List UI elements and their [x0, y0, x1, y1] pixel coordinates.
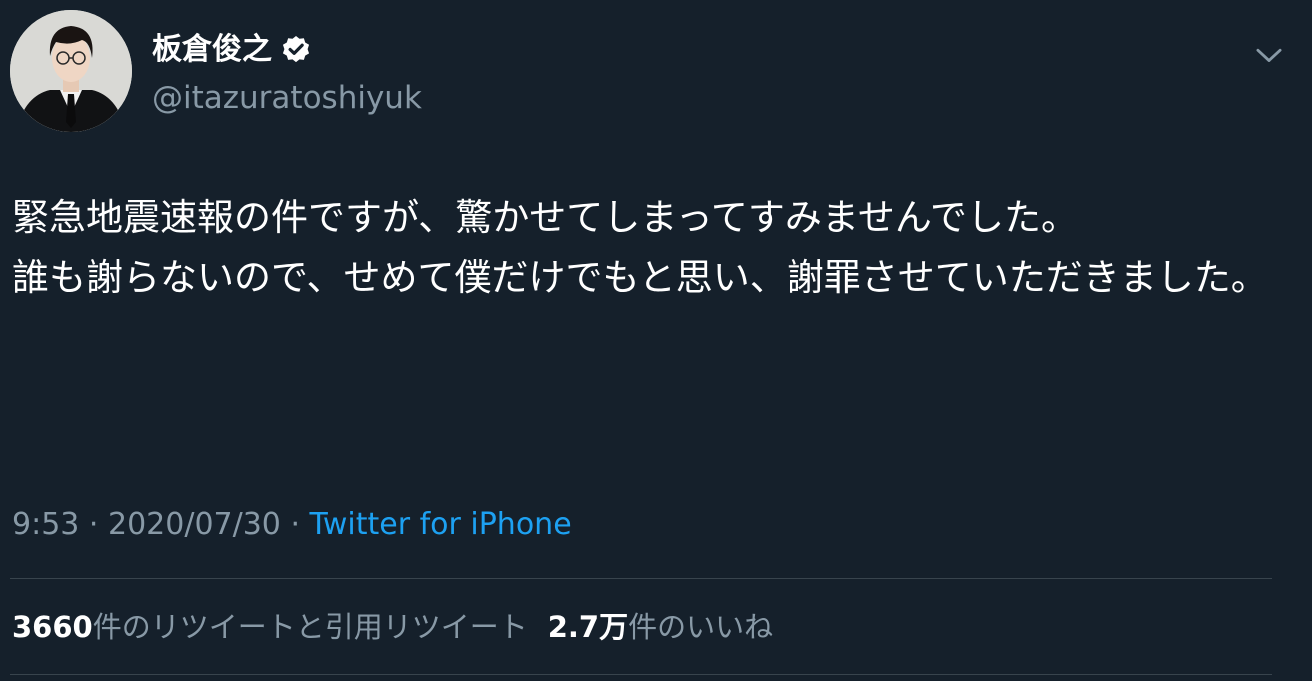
meta-separator: · [280, 507, 310, 542]
retweet-label: 件のリツイートと引用リツイート [92, 610, 528, 644]
verified-badge-icon [280, 34, 312, 66]
chevron-down-icon[interactable] [1250, 36, 1288, 74]
like-stat[interactable]: 2.7万件のいいね [548, 604, 773, 650]
tweet: 板倉俊之 @itazuratoshiyuk 緊急地震速報の件ですが、驚かせてしま… [0, 0, 1312, 681]
retweet-count: 3660 [12, 610, 93, 644]
author-handle[interactable]: @itazuratoshiyuk [152, 76, 422, 120]
meta-separator: · [79, 507, 108, 542]
display-name[interactable]: 板倉俊之 [152, 30, 272, 70]
tweet-meta: 9:53 · 2020/07/30 · Twitter for iPhone [12, 503, 572, 547]
tweet-header: 板倉俊之 @itazuratoshiyuk [10, 10, 1300, 132]
retweet-stat[interactable]: 3660件のリツイートと引用リツイート [12, 604, 528, 650]
author-names: 板倉俊之 @itazuratoshiyuk [152, 30, 422, 120]
display-name-row[interactable]: 板倉俊之 [152, 30, 422, 70]
tweet-date[interactable]: 2020/07/30 [108, 507, 281, 542]
avatar[interactable] [10, 10, 132, 132]
avatar-image [10, 10, 132, 132]
divider [10, 578, 1272, 579]
tweet-time[interactable]: 9:53 [12, 507, 79, 542]
tweet-text: 緊急地震速報の件ですが、驚かせてしまってすみませんでした。 誰も謝らないので、せ… [12, 196, 1268, 299]
divider [10, 674, 1272, 675]
tweet-stats: 3660件のリツイートと引用リツイート 2.7万件のいいね [12, 604, 773, 650]
like-count: 2.7万 [547, 610, 629, 644]
tweet-source-link[interactable]: Twitter for iPhone [310, 507, 572, 542]
like-label: 件のいいね [628, 610, 774, 644]
